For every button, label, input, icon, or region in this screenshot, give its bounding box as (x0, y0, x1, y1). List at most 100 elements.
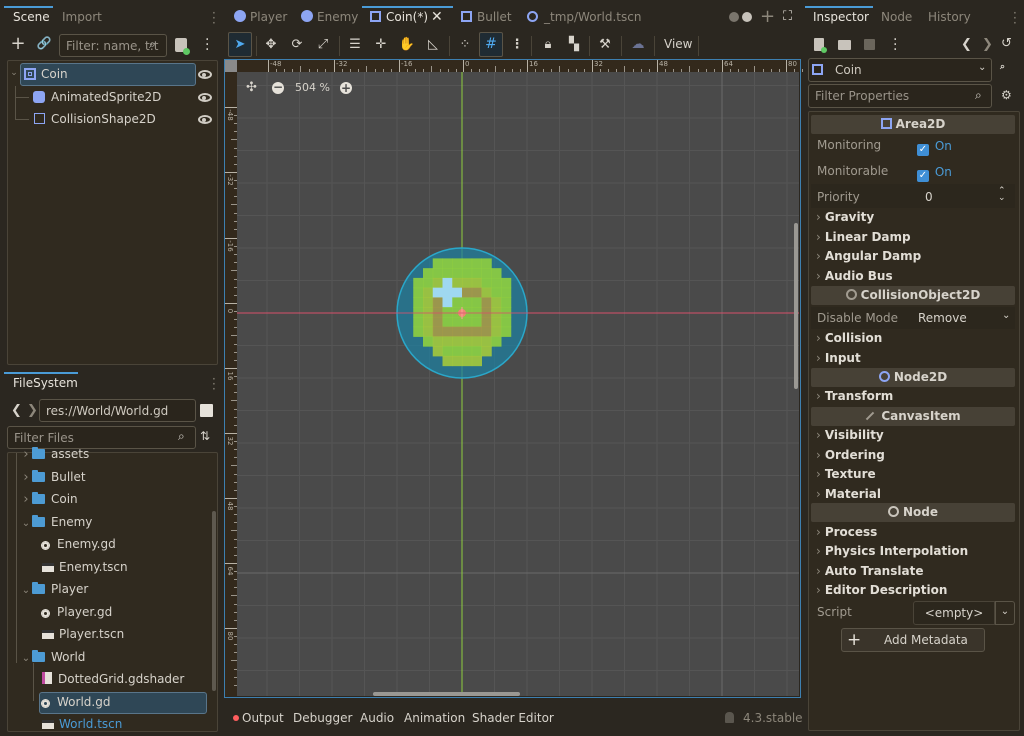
add-metadata-button[interactable]: + Add Metadata (841, 628, 985, 652)
group-texture[interactable]: › Texture (816, 467, 876, 481)
group-auto-translate[interactable]: › Auto Translate (816, 564, 923, 578)
new-resource-icon[interactable] (814, 38, 827, 53)
group-process[interactable]: › Process (816, 525, 877, 539)
horizontal-scrollbar[interactable] (373, 692, 520, 696)
group-visibility[interactable]: › Visibility (816, 428, 884, 442)
group-input[interactable]: › Input (816, 351, 861, 365)
canvas-viewport[interactable] (237, 72, 799, 696)
notification-bell-icon[interactable] (725, 712, 734, 723)
group-audio-bus[interactable]: › Audio Bus (816, 269, 893, 283)
group-linear-damp[interactable]: › Linear Damp (816, 230, 911, 244)
group-collision[interactable]: › Collision (816, 331, 882, 345)
collapse-arrow-icon[interactable]: ⌄ (8, 68, 20, 78)
tab-scene[interactable]: Scene (13, 6, 50, 28)
chevron-right-icon[interactable]: › (20, 489, 32, 511)
sort-icon[interactable]: ⇅ (200, 429, 210, 443)
file-item-enemy-tscn[interactable]: Enemy.tscn (42, 556, 128, 578)
tab-filesystem[interactable]: FileSystem (13, 372, 78, 394)
tab-inspector[interactable]: Inspector (813, 6, 869, 28)
tab-enemy[interactable]: Enemy (301, 10, 358, 26)
zoom-level[interactable]: 504 % (295, 81, 330, 94)
inspector-menu-icon[interactable]: · · · (1013, 7, 1017, 29)
scale-tool-icon[interactable]: ⤢ (311, 33, 335, 57)
history-forward-icon[interactable]: ❯ (982, 37, 993, 52)
scroll-tabs-right-icon[interactable] (742, 12, 752, 22)
visibility-eye-icon[interactable] (198, 93, 212, 102)
file-item-world-gd[interactable]: World.gd (42, 691, 110, 713)
bone-icon[interactable]: ⚒ (593, 33, 617, 57)
add-node-icon[interactable]: + (10, 34, 26, 54)
lock-icon[interactable]: 🔒︎ (536, 33, 560, 57)
file-item-bullet[interactable]: › Bullet (20, 466, 86, 488)
bottom-tab-output[interactable]: Output (242, 711, 284, 725)
tab-tmp-world-tscn[interactable]: _tmp/World.tscn (527, 10, 641, 26)
file-item-world-tscn[interactable]: World.tscn (42, 713, 122, 735)
bottom-tab-debugger[interactable]: Debugger (293, 711, 352, 725)
tab-coin[interactable]: Coin(*) (370, 10, 428, 26)
link-icon[interactable]: 🔗 (36, 36, 52, 50)
toggle-split-icon[interactable] (200, 404, 213, 417)
open-resource-icon[interactable] (838, 40, 851, 50)
file-item-player-gd[interactable]: Player.gd (42, 601, 112, 623)
script-picker[interactable]: <empty> (913, 601, 995, 625)
group-physics-interpolation[interactable]: › Physics Interpolation (816, 544, 968, 558)
object-history-icon[interactable]: ↺ (1001, 36, 1012, 51)
file-item-world[interactable]: ⌄ World (20, 646, 85, 668)
close-tab-icon[interactable]: ✕ (431, 9, 443, 25)
distraction-free-icon[interactable]: ⛶ (783, 9, 792, 24)
chevron-down-icon[interactable]: ⌄ (20, 648, 32, 670)
filter-properties-input[interactable]: Filter Properties (808, 84, 992, 108)
attach-script-icon[interactable] (175, 38, 190, 55)
tree-item-collisionshape2d[interactable]: CollisionShape2D (51, 108, 156, 130)
object-selector[interactable]: Coin (808, 58, 992, 82)
file-item-player[interactable]: ⌄ Player (20, 578, 88, 600)
pan-tool-icon[interactable]: ✋ (395, 33, 419, 57)
particles-icon[interactable]: ☁ (626, 33, 650, 57)
group-angular-damp[interactable]: › Angular Damp (816, 249, 921, 263)
tab-import[interactable]: Import (62, 6, 102, 28)
scene-dock-menu-icon[interactable]: · · · (212, 7, 216, 29)
group-material[interactable]: › Material (816, 487, 881, 501)
zoom-in-icon[interactable]: + (340, 82, 352, 94)
chevron-down-icon[interactable]: ⌄ (20, 580, 32, 602)
tab-node[interactable]: Node (881, 6, 912, 28)
move-tool-icon[interactable]: ✥ (259, 33, 283, 57)
property-tools-icon[interactable]: ⚙ (1001, 88, 1012, 102)
monitoring-checkbox[interactable]: ✓ On (917, 139, 952, 156)
filesystem-path-input[interactable]: res://World/World.gd (39, 399, 196, 422)
rotate-tool-icon[interactable]: ⟳ (285, 33, 309, 57)
visibility-eye-icon[interactable] (198, 70, 212, 79)
script-dropdown-button[interactable]: ⌄ (995, 601, 1015, 625)
inspector-more-icon[interactable]: · · · (893, 33, 897, 57)
snap-options-icon[interactable]: ⋮ (505, 33, 529, 57)
chevron-down-icon[interactable]: ⌄ (20, 513, 32, 535)
disable-mode-dropdown[interactable]: Remove (918, 311, 967, 325)
smart-snap-icon[interactable]: ⁘ (453, 33, 477, 57)
open-docs-icon[interactable]: ⌕ (1000, 62, 1005, 72)
bottom-tab-animation[interactable]: Animation (404, 711, 465, 725)
file-item-enemy-gd[interactable]: Enemy.gd (42, 533, 116, 555)
save-resource-icon[interactable] (864, 39, 875, 50)
chevron-right-icon[interactable]: › (20, 467, 32, 489)
ruler-tool-icon[interactable]: ◺ (421, 33, 445, 57)
forward-icon[interactable]: ❯ (27, 403, 38, 418)
back-icon[interactable]: ❮ (11, 403, 22, 418)
list-select-icon[interactable]: ☰ (343, 33, 367, 57)
file-item-enemy[interactable]: ⌄ Enemy (20, 511, 92, 533)
bottom-tab-shader-editor[interactable]: Shader Editor (472, 711, 554, 725)
group-editor-description[interactable]: › Editor Description (816, 583, 947, 597)
add-scene-tab-icon[interactable]: + (760, 6, 775, 27)
group-transform[interactable]: › Transform (816, 389, 893, 403)
select-tool-button[interactable]: ➤ (228, 32, 252, 57)
tree-item-animatedsprite2d[interactable]: AnimatedSprite2D (51, 86, 161, 108)
center-view-icon[interactable]: ✣ (246, 80, 257, 95)
grid-snap-button[interactable]: # (479, 32, 503, 57)
tab-history[interactable]: History (928, 6, 971, 28)
history-back-icon[interactable]: ❮ (961, 37, 972, 52)
tab-bullet[interactable]: Bullet (461, 10, 512, 26)
file-item-assets[interactable]: › assets (20, 443, 89, 465)
file-item-player-tscn[interactable]: Player.tscn (42, 623, 124, 645)
file-item-dottedgrid-gdshader[interactable]: DottedGrid.gdshader (42, 668, 184, 690)
filesystem-menu-icon[interactable]: · · · (212, 373, 216, 395)
pivot-tool-icon[interactable]: ✛ (369, 33, 393, 57)
